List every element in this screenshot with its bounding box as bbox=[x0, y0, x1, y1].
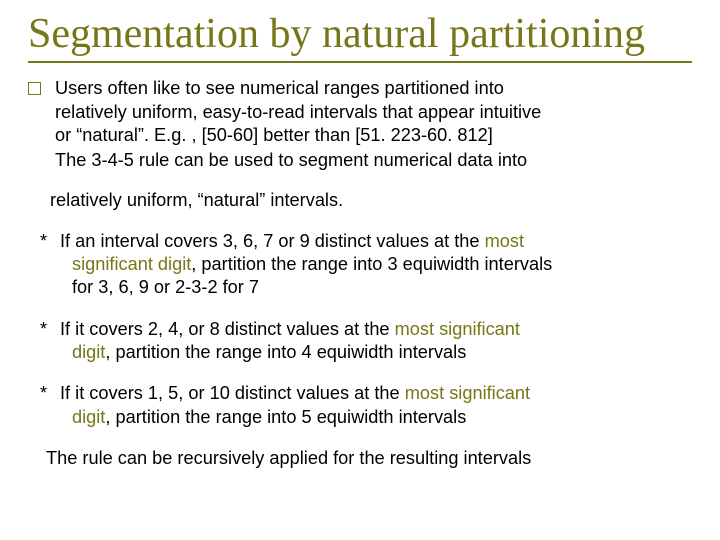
conclusion: The rule can be recursively applied for … bbox=[46, 447, 692, 470]
rule-tail: relatively uniform, “natural” intervals. bbox=[50, 189, 692, 212]
title-underline bbox=[28, 61, 692, 63]
rule-2-accent-1: most significant bbox=[395, 319, 520, 339]
rule-lead: The 3-4-5 rule can be used to segment nu… bbox=[55, 149, 692, 172]
intro-paragraph: Users often like to see numerical ranges… bbox=[55, 77, 692, 147]
rule-1: * If an interval covers 3, 6, 7 or 9 dis… bbox=[40, 230, 692, 300]
asterisk-icon: * bbox=[40, 318, 58, 365]
rule-3-part-b: , partition the range into 5 equiwidth i… bbox=[105, 407, 466, 427]
square-bullet-icon bbox=[28, 82, 41, 95]
rule-1-text: If an interval covers 3, 6, 7 or 9 disti… bbox=[60, 230, 692, 300]
slide-body: Users often like to see numerical ranges… bbox=[28, 77, 692, 470]
rule-3: * If it covers 1, 5, or 10 distinct valu… bbox=[40, 382, 692, 429]
rule-3-accent-2: digit bbox=[72, 407, 105, 427]
rule-1-accent-1: most bbox=[485, 231, 524, 251]
rule-1-part-c: for 3, 6, 9 or 2-3-2 for 7 bbox=[72, 277, 259, 297]
rule-3-accent-1: most significant bbox=[405, 383, 530, 403]
rule-1-part-b: , partition the range into 3 equiwidth i… bbox=[191, 254, 552, 274]
rule-3-text: If it covers 1, 5, or 10 distinct values… bbox=[60, 382, 692, 429]
intro-line-1: Users often like to see numerical ranges… bbox=[55, 78, 504, 98]
rule-1-part-a: If an interval covers 3, 6, 7 or 9 disti… bbox=[60, 231, 485, 251]
intro-line-2: relatively uniform, easy-to-read interva… bbox=[55, 102, 541, 122]
rule-2-part-b: , partition the range into 4 equiwidth i… bbox=[105, 342, 466, 362]
rule-3-part-a: If it covers 1, 5, or 10 distinct values… bbox=[60, 383, 405, 403]
intro-line-3: or “natural”. E.g. , [50-60] better than… bbox=[55, 125, 493, 145]
rule-2-part-a: If it covers 2, 4, or 8 distinct values … bbox=[60, 319, 395, 339]
rule-2-text: If it covers 2, 4, or 8 distinct values … bbox=[60, 318, 692, 365]
asterisk-icon: * bbox=[40, 230, 58, 300]
rule-1-accent-2: significant digit bbox=[72, 254, 191, 274]
rule-2: * If it covers 2, 4, or 8 distinct value… bbox=[40, 318, 692, 365]
slide-title: Segmentation by natural partitioning bbox=[28, 12, 692, 57]
bullet-row: Users often like to see numerical ranges… bbox=[28, 77, 692, 147]
rule-2-accent-2: digit bbox=[72, 342, 105, 362]
asterisk-icon: * bbox=[40, 382, 58, 429]
slide: Segmentation by natural partitioning Use… bbox=[0, 0, 720, 482]
